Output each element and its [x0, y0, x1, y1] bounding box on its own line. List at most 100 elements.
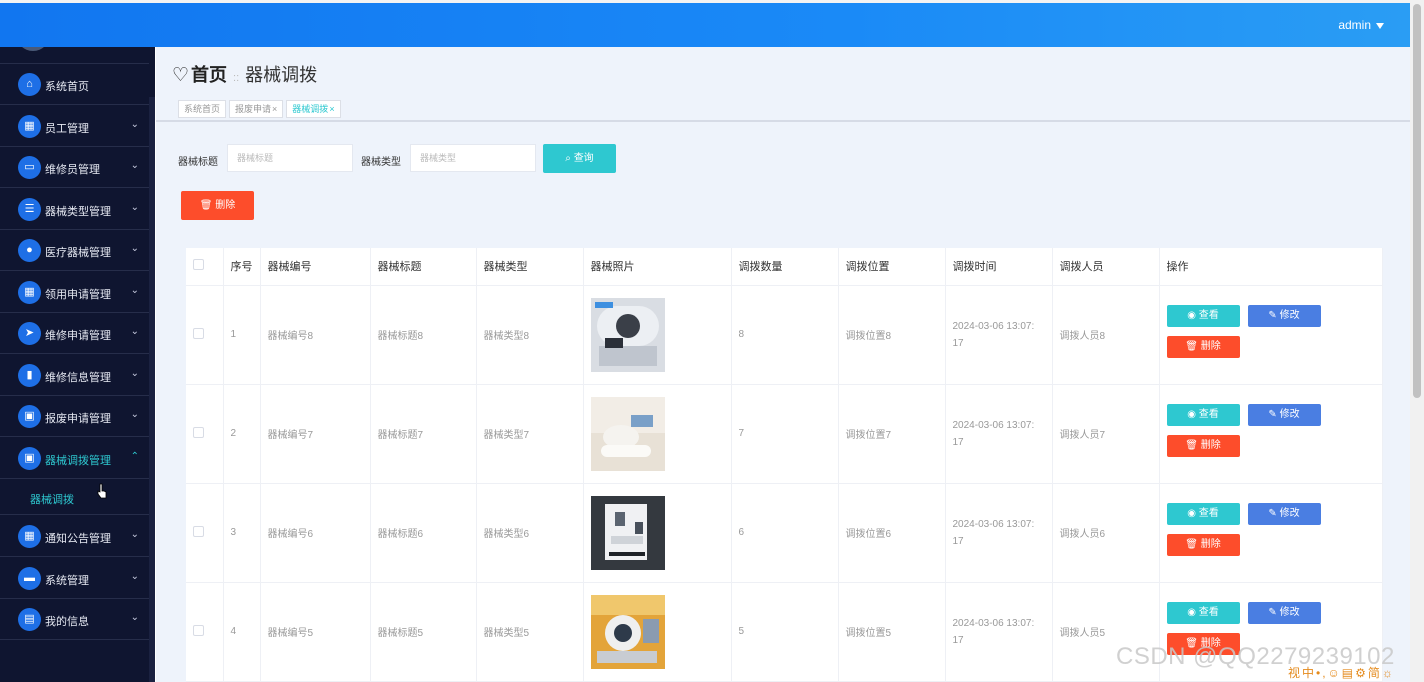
- tab[interactable]: 器械调拨×: [286, 100, 341, 118]
- edit-button[interactable]: ✎ 修改: [1247, 601, 1321, 624]
- bulk-delete-button[interactable]: 🗑 删除: [181, 191, 254, 220]
- index-cell: 4: [223, 582, 261, 682]
- close-icon[interactable]: ×: [329, 104, 334, 114]
- sidebar-item[interactable]: ▦ 员工管理 ⌄: [0, 106, 149, 147]
- sidebar-item[interactable]: ⌂ 系统首页: [0, 64, 149, 105]
- delete-button[interactable]: 🗑 删除: [1166, 335, 1240, 358]
- chevron-up-icon: ⌃: [130, 450, 139, 462]
- send-icon: ➤: [18, 322, 41, 345]
- sidebar-item[interactable]: ▣ 器械调拨管理 ⌃: [0, 438, 149, 479]
- scrollbar-thumb[interactable]: [1413, 4, 1421, 398]
- quantity-cell: 7: [731, 384, 839, 484]
- time-text: 2024-03-06 13:07:: [952, 617, 1035, 629]
- equipment-photo[interactable]: [590, 297, 731, 372]
- chart-icon: ▮: [18, 363, 41, 387]
- column-header: 操作: [1159, 248, 1383, 286]
- actions-cell: ◉ 查看 ✎ 修改 🗑 删除: [1159, 483, 1383, 583]
- sidebar-item[interactable]: ● 医疗器械管理 ⌄: [0, 230, 149, 271]
- card-icon: ▤: [18, 608, 41, 631]
- sidebar-item[interactable]: ▦ 通知公告管理 ⌄: [0, 516, 149, 557]
- column-header: 器械标题: [370, 248, 477, 286]
- sidebar-item[interactable]: ➤ 维修申请管理 ⌄: [0, 313, 149, 354]
- view-button[interactable]: ◉ 查看: [1166, 304, 1240, 327]
- select-all-checkbox[interactable]: [193, 259, 204, 271]
- page-scrollbar[interactable]: [1410, 0, 1424, 682]
- sidebar-item[interactable]: ▤ 我的信息 ⌄: [0, 599, 149, 640]
- edit-button[interactable]: ✎ 修改: [1247, 502, 1321, 525]
- edit-label: 修改: [1279, 507, 1300, 519]
- caret-down-icon: [1376, 22, 1384, 29]
- quantity-cell: 6: [731, 483, 839, 583]
- close-icon[interactable]: ×: [272, 104, 277, 114]
- sidebar-item-label: 系统首页: [45, 81, 89, 93]
- time-cell: 2024-03-06 13:07: 17: [945, 483, 1053, 583]
- row-checkbox[interactable]: [193, 426, 204, 438]
- view-button[interactable]: ◉ 查看: [1166, 502, 1240, 525]
- grid-icon: ▦: [18, 525, 41, 548]
- row-checkbox[interactable]: [193, 525, 204, 537]
- select-cell: [186, 582, 224, 682]
- tab[interactable]: 报废申请×: [229, 100, 284, 118]
- sidebar-item-label: 报废申请管理: [45, 413, 111, 425]
- photo-cell: [583, 483, 732, 583]
- tab-label: 器械调拨: [292, 104, 329, 114]
- bulb-icon: ●: [18, 239, 41, 262]
- title-label: 器械标题: [178, 157, 218, 168]
- sidebar-item[interactable]: ▦ 领用申请管理 ⌄: [0, 272, 149, 313]
- time-text: 2024-03-06 13:07:: [952, 518, 1035, 530]
- equipment-photo[interactable]: [590, 495, 731, 570]
- tab[interactable]: 系统首页: [178, 100, 227, 118]
- eye-icon: ◉: [1187, 309, 1196, 321]
- mouse-cursor-icon: [97, 483, 107, 499]
- type-search-input[interactable]: [410, 144, 536, 172]
- trash-icon: 🗑: [1185, 439, 1198, 451]
- view-button[interactable]: ◉ 查看: [1166, 403, 1240, 426]
- query-button[interactable]: ⌕ 查询: [543, 144, 616, 173]
- eye-icon: ◉: [1187, 507, 1196, 519]
- chevron-down-icon: ⌄: [130, 201, 139, 213]
- pencil-icon: ✎: [1268, 408, 1277, 420]
- time-text: 17: [952, 436, 964, 448]
- sidebar-item[interactable]: ▣ 报废申请管理 ⌄: [0, 396, 149, 437]
- photo-cell: [583, 384, 732, 484]
- query-label: 查询: [573, 153, 594, 164]
- code-cell: 器械编号5: [260, 582, 371, 682]
- sidebar-item-label: 维修信息管理: [45, 371, 111, 384]
- equipment-photo[interactable]: [590, 594, 731, 669]
- title-cell: 器械标题5: [370, 582, 477, 682]
- location-cell: 调拨位置6: [838, 483, 946, 583]
- sidebar-item[interactable]: ☰ 器械类型管理 ⌄: [0, 189, 149, 230]
- sidebar-item-label: 医疗器械管理: [45, 247, 111, 259]
- sidebar-item[interactable]: ▮ 维修信息管理 ⌄: [0, 355, 149, 396]
- row-checkbox[interactable]: [193, 327, 204, 339]
- sidebar-item-label: 器械类型管理: [45, 205, 111, 218]
- type-cell: 器械类型8: [476, 285, 584, 385]
- title-search-input[interactable]: [227, 144, 353, 172]
- sidebar-scrollbar[interactable]: [149, 97, 155, 682]
- breadcrumb-home[interactable]: 首页: [191, 65, 227, 85]
- code-cell: 器械编号8: [260, 285, 371, 385]
- delete-button[interactable]: 🗑 删除: [1166, 434, 1240, 457]
- edit-button[interactable]: ✎ 修改: [1247, 304, 1321, 327]
- sidebar-subitem[interactable]: 器械调拨: [0, 479, 149, 515]
- view-button[interactable]: ◉ 查看: [1166, 601, 1240, 624]
- user-menu[interactable]: admin: [1338, 18, 1384, 32]
- person-cell: 调拨人员7: [1052, 384, 1160, 484]
- row-checkbox[interactable]: [193, 624, 204, 636]
- delete-button[interactable]: 🗑 删除: [1166, 533, 1240, 556]
- sidebar-item[interactable]: ▬ 系统管理 ⌄: [0, 558, 149, 599]
- grid-icon: ▦: [18, 114, 41, 138]
- pencil-icon: ✎: [1268, 309, 1277, 321]
- equipment-photo[interactable]: [590, 396, 731, 471]
- sidebar-item[interactable]: ▭ 维修员管理 ⌄: [0, 147, 149, 188]
- view-label: 查看: [1198, 507, 1219, 519]
- ime-toolbar: 视中•,☺▤⚙简☼: [1288, 666, 1395, 680]
- avatar[interactable]: [16, 47, 50, 51]
- edit-button[interactable]: ✎ 修改: [1247, 403, 1321, 426]
- sidebar: ⌂ 系统首页 ▦ 员工管理 ⌄ ▭ 维修员管理 ⌄ ☰ 器械类型管理 ⌄ ● 医疗器械管理 ⌄ ▦ 领用申请管…: [0, 47, 155, 682]
- chevron-down-icon: ⌄: [130, 612, 139, 623]
- pencil-icon: ✎: [1268, 507, 1277, 519]
- main-content: ♡首页::器械调拨 系统首页报废申请×器械调拨× 器械标题 器械类型 ⌕ 查询 …: [156, 47, 1410, 682]
- column-header: 调拨人员: [1052, 248, 1160, 286]
- select-cell: [186, 384, 224, 484]
